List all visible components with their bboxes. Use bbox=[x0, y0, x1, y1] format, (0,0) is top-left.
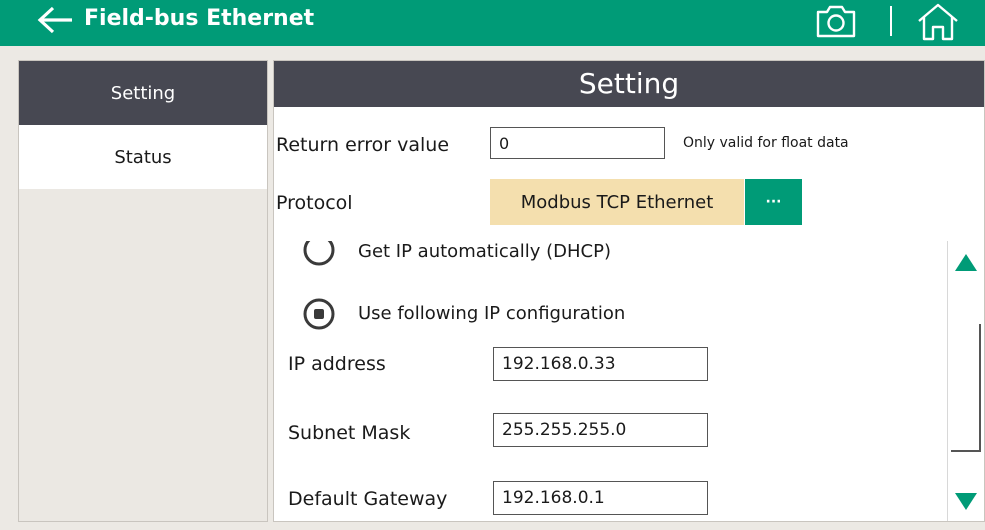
return-error-input[interactable] bbox=[490, 127, 665, 159]
page-title: Field-bus Ethernet bbox=[84, 6, 315, 31]
sidebar-item-label: Status bbox=[114, 146, 172, 168]
protocol-value: Modbus TCP Ethernet bbox=[520, 191, 714, 213]
sidebar-item-status[interactable]: Status bbox=[19, 125, 267, 189]
return-error-hint: Only valid for float data bbox=[683, 135, 849, 151]
ip-address-label: IP address bbox=[288, 353, 386, 375]
subnet-mask-label: Subnet Mask bbox=[288, 422, 411, 444]
settings-panel: Setting Return error value Only valid fo… bbox=[273, 60, 985, 522]
protocol-more-button[interactable]: ··· bbox=[745, 179, 802, 225]
default-gateway-label: Default Gateway bbox=[288, 488, 448, 510]
protocol-label: Protocol bbox=[276, 192, 353, 214]
panel-title: Setting bbox=[274, 61, 984, 107]
sidebar-item-label: Setting bbox=[110, 82, 176, 104]
protocol-select-button[interactable]: Modbus TCP Ethernet bbox=[490, 179, 744, 225]
camera-icon[interactable] bbox=[815, 3, 857, 39]
radio-dhcp[interactable] bbox=[302, 241, 336, 267]
radio-static-ip[interactable] bbox=[302, 297, 336, 331]
ip-config-scroll-area[interactable]: Get IP automatically (DHCP) Use followin… bbox=[274, 241, 938, 521]
default-gateway-input[interactable] bbox=[493, 481, 708, 515]
sidebar: Setting Status bbox=[18, 60, 268, 522]
ip-address-input[interactable] bbox=[493, 347, 708, 381]
scroll-thumb[interactable] bbox=[951, 324, 981, 452]
radio-static-ip-label[interactable]: Use following IP configuration bbox=[358, 303, 625, 324]
sidebar-item-setting[interactable]: Setting bbox=[19, 61, 267, 125]
more-icon: ··· bbox=[765, 194, 782, 210]
header-divider bbox=[890, 6, 892, 36]
arrow-left-icon[interactable] bbox=[36, 4, 76, 36]
return-error-label: Return error value bbox=[276, 134, 450, 156]
radio-dhcp-label[interactable]: Get IP automatically (DHCP) bbox=[358, 241, 611, 262]
scroll-down-icon[interactable] bbox=[951, 485, 981, 519]
scrollbar[interactable] bbox=[947, 241, 984, 521]
scroll-track bbox=[947, 241, 948, 521]
subnet-mask-input[interactable] bbox=[493, 413, 708, 447]
scroll-up-icon[interactable] bbox=[951, 245, 981, 279]
home-icon[interactable] bbox=[915, 2, 961, 42]
top-bar: Field-bus Ethernet bbox=[0, 0, 985, 46]
